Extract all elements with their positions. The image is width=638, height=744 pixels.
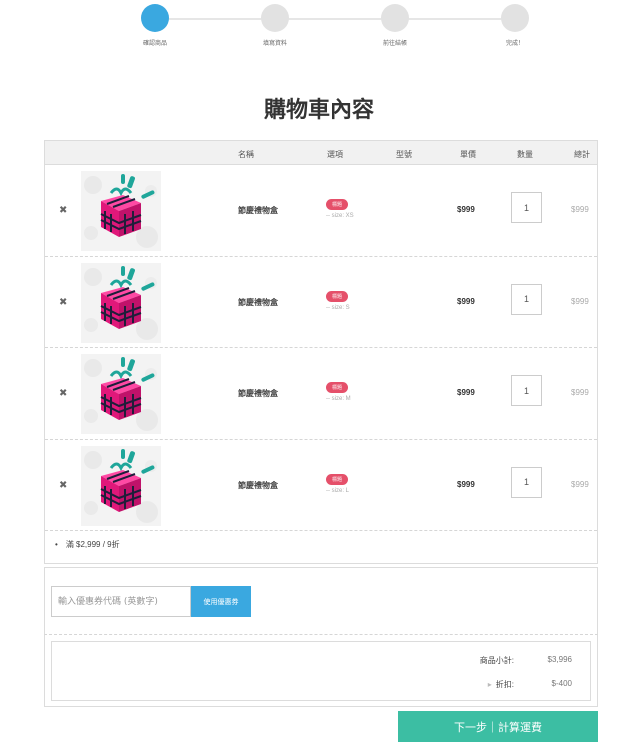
step-dot: [141, 4, 169, 32]
option-size: -- size: L: [326, 487, 350, 494]
page-title: 購物車內容: [263, 98, 374, 123]
product-name[interactable]: 節慶禮物盒: [238, 297, 278, 308]
cart-table: 名稱 選項 型號 單價 數量 總計 ✖ 節慶禮物盒 標題 -- size: XS…: [44, 140, 598, 564]
option-size: -- size: M: [326, 396, 351, 402]
option-size: -- size: XS: [326, 213, 354, 219]
gift-box-image: [81, 445, 161, 526]
gift-box-image: [81, 171, 161, 251]
header-model: 型號: [396, 150, 412, 159]
unit-price: $999: [457, 479, 475, 489]
apply-coupon-button[interactable]: 使用優惠券: [191, 586, 251, 617]
product-name[interactable]: 節慶禮物盒: [238, 205, 278, 216]
row-total: $999: [571, 296, 589, 306]
gift-box-image: [81, 354, 161, 434]
header-total: 總計: [574, 150, 590, 159]
subtotal-value: $3,996: [547, 655, 572, 664]
table-row: ✖ 節慶禮物盒 標題 -- size: L $999 $999: [45, 440, 597, 531]
step-label: 填寫資料: [262, 41, 287, 47]
header-name: 名稱: [238, 150, 254, 159]
close-icon[interactable]: ✖: [59, 205, 67, 216]
subtotal-label: 商品小計:: [479, 656, 514, 665]
header-price: 單價: [460, 150, 476, 159]
table-row: ✖ 節慶禮物盒 標題 -- size: M $999 $999: [45, 348, 597, 440]
product-name[interactable]: 節慶禮物盒: [238, 480, 278, 491]
discount-value: $-400: [551, 679, 572, 688]
table-row: ✖ 節慶禮物盒 標題 -- size: XS $999 $999: [45, 165, 597, 257]
option-tag: 標題: [326, 382, 349, 393]
steps-line: [155, 18, 515, 20]
quantity-input[interactable]: [511, 466, 542, 498]
row-total: $999: [571, 388, 589, 397]
step-label: 確認商品: [142, 41, 167, 47]
step-dot: [261, 4, 289, 32]
quantity-input[interactable]: [511, 192, 542, 223]
option-size: -- size: S: [326, 304, 350, 311]
step-checkout: 前往結帳: [345, 4, 445, 47]
unit-price: $999: [457, 205, 475, 214]
table-header: 名稱 選項 型號 單價 數量 總計: [45, 141, 597, 165]
header-option: 選項: [327, 150, 343, 159]
next-step-button[interactable]: 下一步｜計算運費: [398, 711, 598, 742]
row-total: $999: [571, 479, 589, 489]
option-tag: 標題: [326, 473, 349, 485]
option-tag: 標題: [326, 290, 349, 302]
step-dot: [501, 4, 529, 32]
close-icon[interactable]: ✖: [59, 480, 67, 491]
unit-price: $999: [457, 388, 475, 397]
product-name[interactable]: 節慶禮物盒: [238, 388, 278, 399]
quantity-input[interactable]: [511, 283, 542, 315]
header-qty: 數量: [517, 150, 533, 159]
checkout-steps: 確認商品 填寫資料 前往結帳 完成！: [0, 4, 638, 48]
close-icon[interactable]: ✖: [59, 388, 67, 399]
discount-label[interactable]: 折扣:: [488, 679, 514, 690]
step-confirm: 確認商品: [105, 4, 205, 47]
quantity-input[interactable]: [511, 375, 542, 406]
step-dot: [381, 4, 409, 32]
promo-text: 滿 $2,999 / 9折: [55, 539, 120, 550]
coupon-input[interactable]: [51, 586, 191, 617]
table-row: ✖ 節慶禮物盒 標題 -- size: S $999 $999: [45, 257, 597, 348]
gift-box-image: [81, 262, 161, 343]
coupon-section: 使用優惠券: [44, 567, 598, 635]
step-label: 完成！: [505, 41, 524, 47]
summary-box: 商品小計: $3,996 折扣: $-400: [51, 641, 591, 701]
step-label: 前往結帳: [382, 41, 407, 47]
step-done: 完成！: [465, 4, 565, 47]
close-icon[interactable]: ✖: [59, 297, 67, 308]
option-tag: 標題: [326, 199, 349, 210]
unit-price: $999: [457, 296, 475, 306]
step-fill-info: 填寫資料: [225, 4, 325, 47]
summary-section: 商品小計: $3,996 折扣: $-400: [44, 635, 598, 707]
row-total: $999: [571, 205, 589, 214]
